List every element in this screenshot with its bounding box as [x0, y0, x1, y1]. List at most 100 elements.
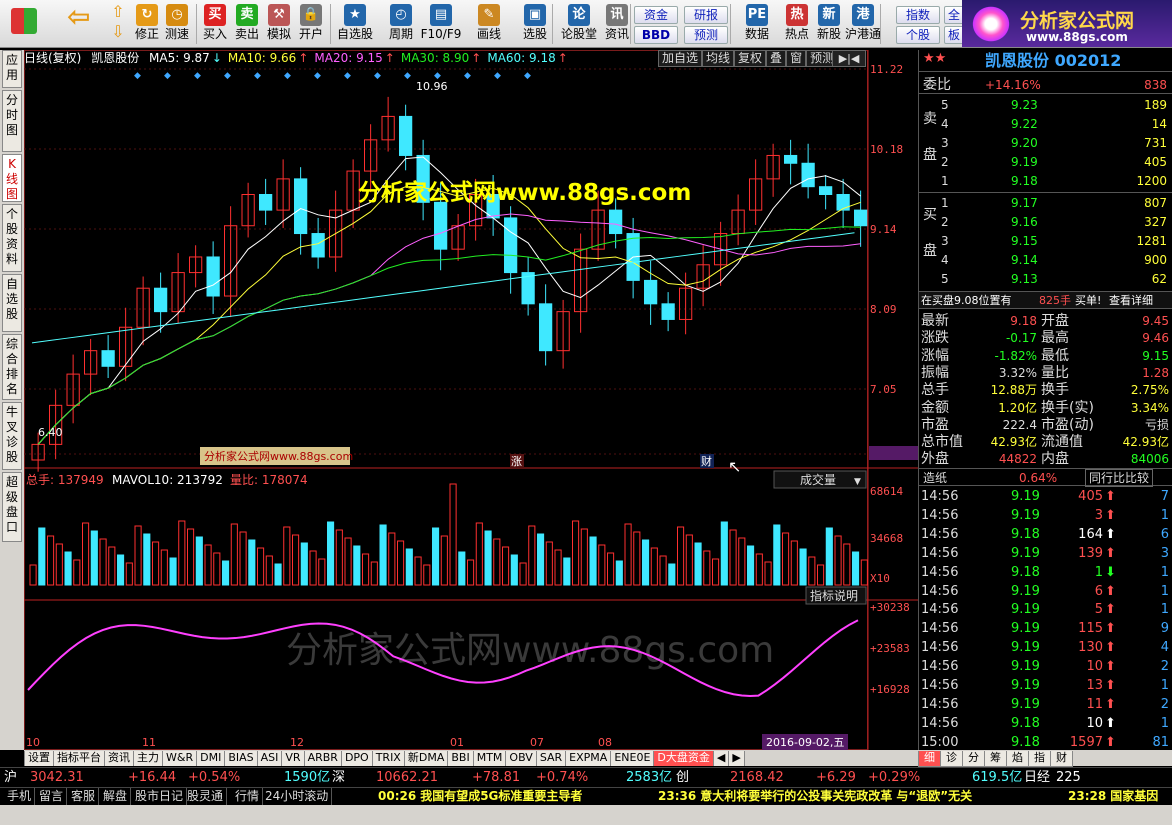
side-tab-1[interactable]: 分 时 图: [2, 90, 22, 152]
indicator-tab-15[interactable]: OBV: [505, 751, 537, 766]
ask-row[interactable]: 3 9.20 731: [919, 134, 1172, 152]
nikkei-value[interactable]: 225: [1056, 768, 1081, 787]
panorama-button[interactable]: 全景: [944, 6, 964, 24]
side-tab-4[interactable]: 自 选 股: [2, 274, 22, 332]
indicator-tab-13[interactable]: BBI: [447, 751, 474, 766]
buy-note-detail-link[interactable]: 查看详细: [1109, 292, 1153, 310]
indicator-tab-7[interactable]: ASI: [256, 751, 283, 766]
cy-value[interactable]: 2168.42: [730, 768, 784, 787]
bid-row[interactable]: 2 9.16 327: [919, 213, 1172, 231]
event-marker-icon[interactable]: ◆: [134, 71, 141, 81]
chart-nav-arrows-icon[interactable]: ▶|◀: [832, 50, 866, 67]
index-button[interactable]: 指数: [896, 6, 940, 24]
indicator-tab-17[interactable]: EXPMA: [565, 751, 612, 766]
capital-button[interactable]: 资金: [634, 6, 678, 24]
ask-row[interactable]: 2 9.19 405: [919, 153, 1172, 171]
indicator-tab-6[interactable]: BIAS: [224, 751, 258, 766]
side-tab-3[interactable]: 个 股 资 料: [2, 204, 22, 272]
news-headline[interactable]: 23:28 国家基因: [1068, 788, 1158, 805]
toolbar-forum-button[interactable]: 论论股堂: [558, 2, 600, 46]
status-button-3[interactable]: 解盘: [100, 788, 132, 805]
event-marker-icon[interactable]: ◆: [314, 71, 321, 81]
indicator-tab-11[interactable]: TRIX: [371, 751, 405, 766]
bid-row[interactable]: 3 9.15 1281: [919, 232, 1172, 250]
toolbar-draw-button[interactable]: ✎ 画线: [468, 2, 510, 46]
event-marker-icon[interactable]: ◆: [254, 71, 261, 81]
indicator-tab-16[interactable]: SAR: [535, 751, 567, 766]
period-label[interactable]: 日线(复权): [24, 51, 81, 65]
status-button-2[interactable]: 客服: [68, 788, 100, 805]
event-marker-icon[interactable]: ◆: [194, 71, 201, 81]
forecast-button[interactable]: 预测: [684, 26, 728, 44]
indicator-tab-4[interactable]: W&R: [162, 751, 198, 766]
toolbar-buy-button[interactable]: 买买入: [200, 2, 230, 46]
toolbar-sell-button[interactable]: 卖卖出: [232, 2, 262, 46]
event-marker-icon[interactable]: ◆: [374, 71, 381, 81]
ask-row[interactable]: 1 9.18 1200: [919, 172, 1172, 190]
sector-compare-button[interactable]: 同行比比较: [1085, 469, 1154, 487]
toolbar-news-button[interactable]: 讯资讯: [596, 2, 638, 46]
toolbar-f10-button[interactable]: ▤ F10/F9: [420, 2, 462, 46]
right-tab-6[interactable]: 财: [1050, 751, 1073, 767]
toolbar-open-button[interactable]: 🔒 开户: [296, 2, 326, 46]
event-marker-icon[interactable]: ◆: [524, 71, 531, 81]
right-tab-5[interactable]: 指: [1028, 751, 1051, 767]
tab-scroll-right-icon[interactable]: ▶: [728, 751, 745, 766]
indicator-tab-1[interactable]: 指标平台: [53, 751, 105, 766]
indicator-tab-10[interactable]: DPO: [340, 751, 373, 766]
status-button-5[interactable]: 股灵通: [184, 788, 228, 805]
chart-top-button-1[interactable]: 均线: [702, 50, 735, 67]
back-arrow-icon[interactable]: ⇦: [64, 2, 92, 46]
indicator-tab-2[interactable]: 资讯: [104, 751, 134, 766]
stock-button[interactable]: 个股: [896, 26, 940, 44]
toolbar-period-button[interactable]: ◴ 周期: [380, 2, 422, 46]
right-tab-1[interactable]: 诊: [940, 751, 963, 767]
bbd-button[interactable]: BBD: [634, 26, 678, 44]
status-button-6[interactable]: 行情: [232, 788, 264, 805]
toolbar-hkconnect-button[interactable]: 港沪港通: [842, 2, 884, 46]
right-tab-0[interactable]: 细: [918, 751, 941, 767]
windows-grid-icon[interactable]: [4, 2, 44, 46]
right-tab-2[interactable]: 分: [962, 751, 985, 767]
toolbar-simulate-button[interactable]: ⚒ 模拟: [264, 2, 294, 46]
event-marker-icon[interactable]: ◆: [164, 71, 171, 81]
status-button-1[interactable]: 留言: [36, 788, 68, 805]
right-tab-3[interactable]: 筹: [984, 751, 1007, 767]
chart-top-button-0[interactable]: 加自选: [658, 50, 703, 67]
toolbar-backtest-button[interactable]: ◷ 测速: [162, 2, 192, 46]
bid-row[interactable]: 4 9.14 900: [919, 251, 1172, 269]
research-button[interactable]: 研报: [684, 6, 728, 24]
toolbar-select-button[interactable]: ▣ 选股: [514, 2, 556, 46]
indicator-tab-8[interactable]: VR: [281, 751, 305, 766]
sector-button[interactable]: 板块: [944, 26, 964, 44]
tab-scroll-left-icon[interactable]: ◀: [712, 751, 730, 766]
chart-top-button-4[interactable]: 窗: [786, 50, 807, 67]
indicator-tab-5[interactable]: DMI: [196, 751, 226, 766]
bid-row[interactable]: 5 9.13 62: [919, 270, 1172, 288]
chart-top-button-3[interactable]: 叠: [766, 50, 787, 67]
up-down-arrows-icon[interactable]: ⇧ ⇩: [104, 2, 132, 46]
sz-value[interactable]: 10662.21: [376, 768, 438, 787]
side-tab-2[interactable]: K 线 图: [2, 154, 22, 202]
event-marker-icon[interactable]: ◆: [284, 71, 291, 81]
toolbar-watchlist-button[interactable]: ★ 自选股: [334, 2, 376, 46]
event-marker-icon[interactable]: ◆: [494, 71, 501, 81]
favorite-star-icon[interactable]: ★★: [923, 50, 946, 68]
ask-row[interactable]: 5 9.23 189: [919, 96, 1172, 114]
indicator-tab-14[interactable]: MTM: [472, 751, 507, 766]
event-marker-icon[interactable]: ◆: [464, 71, 471, 81]
indicator-tab-19[interactable]: D大盘资金: [653, 751, 714, 766]
event-marker-icon[interactable]: ◆: [224, 71, 231, 81]
indicator-tab-0[interactable]: 设置: [24, 751, 54, 766]
news-headline[interactable]: 23:36 意大利将要举行的公投事关宪政改革 与“退欧”无关: [658, 788, 972, 805]
side-tab-0[interactable]: 应 用: [2, 50, 22, 88]
side-tab-6[interactable]: 牛 叉 诊 股: [2, 402, 22, 470]
news-headline[interactable]: 00:26 我国有望成5G标准重要主导者: [378, 788, 582, 805]
indicator-tab-3[interactable]: 主力: [133, 751, 163, 766]
event-marker-icon[interactable]: ◆: [344, 71, 351, 81]
right-tab-4[interactable]: 焰: [1006, 751, 1029, 767]
toolbar-modify-button[interactable]: ↻ 修正: [132, 2, 162, 46]
status-button-7[interactable]: 24小时滚动: [262, 788, 333, 805]
toolbar-data-button[interactable]: PE 数据: [736, 2, 778, 46]
event-marker-icon[interactable]: ◆: [404, 71, 411, 81]
